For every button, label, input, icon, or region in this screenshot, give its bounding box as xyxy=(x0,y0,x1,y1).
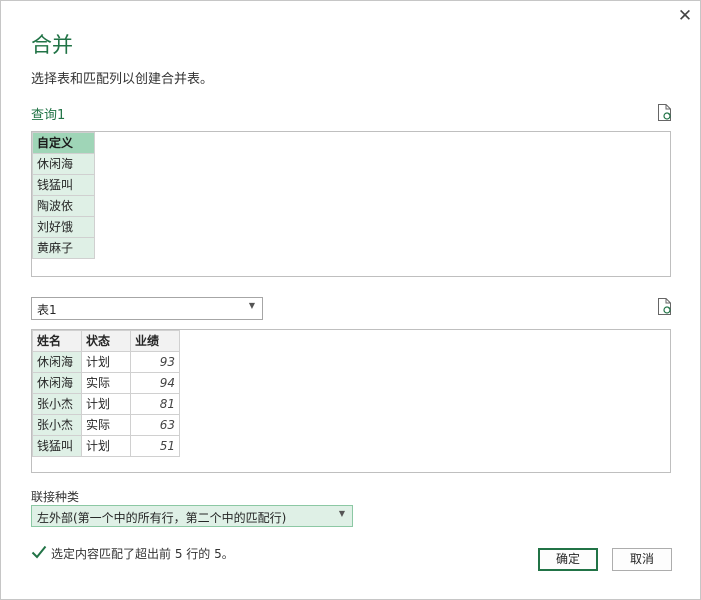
dropdown-arrow-icon: ▼ xyxy=(338,509,345,518)
table-cell: 51 xyxy=(130,435,180,457)
table-cell: 张小杰 xyxy=(32,393,82,415)
join-kind-select[interactable]: 左外部(第一个中的所有行，第二个中的匹配行) ▼ xyxy=(31,505,353,527)
join-kind-value: 左外部(第一个中的所有行，第二个中的匹配行) xyxy=(37,511,287,525)
table-cell: 63 xyxy=(130,414,180,436)
query1-label: 查询1 xyxy=(31,108,66,123)
column-header-custom[interactable]: 自定义 xyxy=(32,132,95,154)
table-row: 张小杰 计划 81 xyxy=(32,393,180,415)
dialog-title: 合并 xyxy=(31,33,73,57)
table-row: 钱猛叫 计划 51 xyxy=(32,435,180,457)
join-kind-label: 联接种类 xyxy=(31,490,80,504)
table1-table: 姓名 状态 业绩 休闲海 计划 93 休闲海 实际 94 张小杰 计划 81 张… xyxy=(32,330,180,457)
refresh-icon[interactable] xyxy=(657,104,672,121)
table-cell: 张小杰 xyxy=(32,414,82,436)
table-cell: 黄麻子 xyxy=(32,237,95,259)
table-cell: 93 xyxy=(130,351,180,373)
column-header-performance[interactable]: 业绩 xyxy=(130,330,180,352)
table-row: 休闲海 计划 93 xyxy=(32,351,180,373)
table-select[interactable]: 表1 ▼ xyxy=(31,297,263,320)
status-message: 选定内容匹配了超出前 5 行的 5。 xyxy=(51,547,234,561)
table-cell: 休闲海 xyxy=(32,351,82,373)
column-header-name[interactable]: 姓名 xyxy=(32,330,82,352)
column-header-status[interactable]: 状态 xyxy=(81,330,131,352)
merge-dialog: ✕ 合并 选择表和匹配列以创建合并表。 查询1 自定义 休闲海 钱猛叫 陶波依 … xyxy=(0,0,701,600)
dialog-description: 选择表和匹配列以创建合并表。 xyxy=(31,72,214,87)
table-select-value: 表1 xyxy=(37,303,57,317)
table-cell: 计划 xyxy=(81,435,131,457)
ok-button[interactable]: 确定 xyxy=(538,548,598,571)
checkmark-icon xyxy=(31,545,47,559)
table-cell: 实际 xyxy=(81,372,131,394)
table-cell: 休闲海 xyxy=(32,153,95,175)
table-cell: 刘好饿 xyxy=(32,216,95,238)
table-cell: 钱猛叫 xyxy=(32,174,95,196)
query1-table: 自定义 休闲海 钱猛叫 陶波依 刘好饿 黄麻子 xyxy=(32,132,95,259)
table-cell: 实际 xyxy=(81,414,131,436)
cancel-button[interactable]: 取消 xyxy=(612,548,672,571)
table-cell: 计划 xyxy=(81,351,131,373)
table-cell: 计划 xyxy=(81,393,131,415)
query1-preview-panel: 自定义 休闲海 钱猛叫 陶波依 刘好饿 黄麻子 xyxy=(31,131,671,277)
table-cell: 陶波依 xyxy=(32,195,95,217)
refresh-icon[interactable] xyxy=(657,298,672,315)
table-cell: 休闲海 xyxy=(32,372,82,394)
table-row: 张小杰 实际 63 xyxy=(32,414,180,436)
table-cell: 81 xyxy=(130,393,180,415)
dropdown-arrow-icon: ▼ xyxy=(248,301,255,310)
table1-preview-panel: 姓名 状态 业绩 休闲海 计划 93 休闲海 实际 94 张小杰 计划 81 张… xyxy=(31,329,671,473)
close-icon[interactable]: ✕ xyxy=(676,7,694,25)
table-row: 休闲海 实际 94 xyxy=(32,372,180,394)
table-cell: 94 xyxy=(130,372,180,394)
table-cell: 钱猛叫 xyxy=(32,435,82,457)
